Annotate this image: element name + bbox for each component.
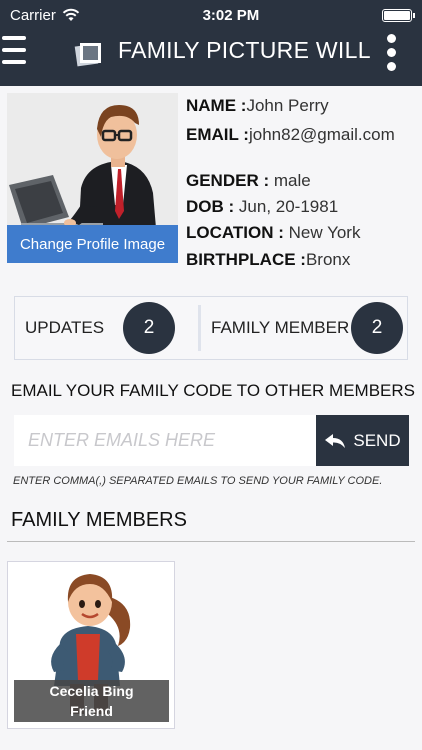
birthplace-label: BIRTHPLACE : bbox=[186, 250, 306, 269]
email-input[interactable] bbox=[14, 415, 316, 466]
dob-label: DOB : bbox=[186, 197, 235, 216]
location-label: LOCATION : bbox=[186, 223, 284, 242]
location-row: LOCATION : New York bbox=[186, 223, 360, 243]
email-value: john82@gmail.com bbox=[248, 125, 395, 144]
battery-icon bbox=[381, 8, 415, 22]
wifi-icon bbox=[62, 8, 80, 21]
send-button[interactable]: SEND bbox=[316, 415, 409, 466]
birthplace-value: Bronx bbox=[305, 250, 351, 269]
change-profile-image-button[interactable]: Change Profile Image bbox=[7, 225, 178, 263]
section-divider bbox=[7, 541, 415, 542]
name-row: NAME :John Perry bbox=[186, 96, 329, 116]
dob-value: Jun, 20-1981 bbox=[238, 197, 339, 216]
gender-label: GENDER : bbox=[186, 171, 270, 190]
more-options-icon[interactable] bbox=[384, 32, 398, 74]
name-value: John Perry bbox=[246, 96, 329, 115]
menu-icon[interactable] bbox=[2, 34, 28, 70]
top-bar: Carrier 3:02 PM FAMILY PICTURE WILL bbox=[0, 0, 422, 86]
send-label: SEND bbox=[353, 430, 401, 450]
email-section-title: EMAIL YOUR FAMILY CODE TO OTHER MEMBERS bbox=[11, 381, 415, 400]
family-member-card[interactable]: Cecelia Bing Friend bbox=[7, 561, 175, 729]
stats-panel: UPDATES 2 FAMILY MEMBER 2 bbox=[14, 296, 408, 360]
photo-frame-icon bbox=[74, 43, 101, 67]
status-time: 3:02 PM bbox=[202, 6, 260, 24]
profile-image: Change Profile Image bbox=[7, 93, 178, 263]
family-member-counter[interactable]: FAMILY MEMBER 2 bbox=[211, 297, 407, 359]
dob-row: DOB : Jun, 20-1981 bbox=[186, 197, 338, 217]
family-members-title: FAMILY MEMBERS bbox=[11, 509, 187, 531]
member-name: Cecelia Bing bbox=[49, 683, 134, 699]
gender-row: GENDER : male bbox=[186, 171, 311, 191]
stats-divider bbox=[198, 305, 201, 351]
member-caption: Cecelia Bing Friend bbox=[14, 680, 169, 722]
navigation-bar: FAMILY PICTURE WILL bbox=[0, 30, 422, 86]
email-row: EMAIL :john82@gmail.com bbox=[186, 125, 395, 145]
status-bar: Carrier 3:02 PM bbox=[0, 0, 422, 30]
family-member-count-badge: 2 bbox=[351, 302, 403, 354]
carrier-label: Carrier bbox=[10, 6, 56, 24]
updates-count-badge: 2 bbox=[123, 302, 175, 354]
app-title: FAMILY PICTURE WILL bbox=[118, 37, 371, 63]
family-member-label: FAMILY MEMBER bbox=[211, 318, 350, 337]
name-label: NAME : bbox=[186, 96, 247, 115]
updates-counter[interactable]: UPDATES 2 bbox=[25, 297, 195, 359]
location-value: New York bbox=[288, 223, 361, 242]
birthplace-row: BIRTHPLACE :Bronx bbox=[186, 250, 350, 270]
email-hint: ENTER COMMA(,) SEPARATED EMAILS TO SEND … bbox=[13, 475, 383, 487]
gender-value: male bbox=[273, 171, 311, 190]
updates-label: UPDATES bbox=[25, 318, 105, 337]
reply-arrow-icon bbox=[325, 433, 346, 448]
member-relation: Friend bbox=[70, 703, 113, 719]
email-label: EMAIL : bbox=[186, 125, 249, 144]
